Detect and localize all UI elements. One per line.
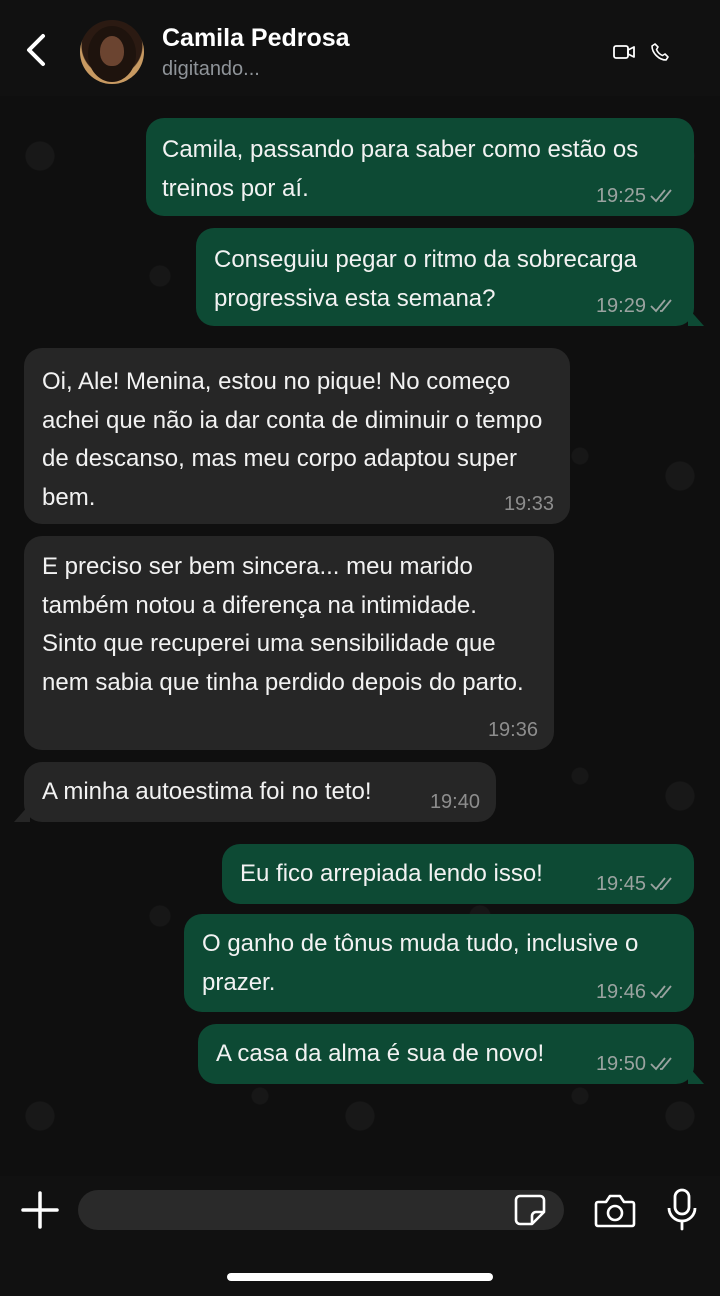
message-time: 19:25 xyxy=(595,185,646,207)
message-input[interactable] xyxy=(78,1190,564,1230)
double-check-icon xyxy=(650,189,672,203)
voice-call-button[interactable] xyxy=(648,40,672,64)
double-check-icon xyxy=(650,985,672,999)
sticker-button[interactable] xyxy=(512,1192,548,1228)
message-time: 19:36 xyxy=(487,719,538,741)
microphone-icon xyxy=(667,1188,697,1231)
message-meta: 19:50 xyxy=(596,1054,678,1074)
avatar[interactable] xyxy=(80,20,144,84)
message-incoming[interactable]: Oi, Ale! Menina, estou no pique! No come… xyxy=(24,348,570,524)
message-meta: 19:45 xyxy=(596,874,678,894)
chevron-left-icon xyxy=(27,34,45,66)
message-text: Oi, Ale! Menina, estou no pique! No come… xyxy=(42,368,543,511)
double-check-icon xyxy=(650,877,672,891)
message-outgoing[interactable]: A casa da alma é sua de novo! 19:50 xyxy=(198,1024,704,1084)
message-time: 19:29 xyxy=(595,295,646,317)
microphone-button[interactable] xyxy=(666,1188,698,1232)
message-meta: 19:36 xyxy=(488,720,538,740)
message-meta: 19:29 xyxy=(596,296,678,316)
double-check-icon xyxy=(650,1057,672,1071)
plus-icon xyxy=(21,1191,59,1229)
message-text: A minha autoestima foi no teto! xyxy=(42,778,372,805)
chat-header: Camila Pedrosa digitando... xyxy=(0,0,720,96)
message-meta: 19:25 xyxy=(596,186,678,206)
message-time: 19:33 xyxy=(503,493,554,515)
sticker-icon xyxy=(514,1194,546,1226)
message-outgoing[interactable]: O ganho de tônus muda tudo, inclusive o … xyxy=(184,914,694,1012)
video-camera-icon xyxy=(613,45,635,59)
phone-icon xyxy=(651,43,669,61)
message-time: 19:40 xyxy=(429,791,480,813)
message-meta: 19:40 xyxy=(430,792,480,812)
home-indicator xyxy=(227,1273,493,1281)
message-time: 19:50 xyxy=(595,1053,646,1075)
back-button[interactable] xyxy=(18,30,54,70)
message-outgoing[interactable]: Conseguiu pegar o ritmo da sobrecarga pr… xyxy=(196,228,704,326)
message-incoming[interactable]: A minha autoestima foi no teto! 19:40 xyxy=(14,762,496,822)
message-incoming[interactable]: E preciso ser bem sincera... meu marido … xyxy=(24,536,554,750)
message-time: 19:46 xyxy=(595,981,646,1003)
camera-button[interactable] xyxy=(594,1190,636,1230)
message-time: 19:45 xyxy=(595,873,646,895)
message-meta: 19:33 xyxy=(504,494,554,514)
camera-icon xyxy=(594,1194,636,1228)
message-meta: 19:46 xyxy=(596,982,678,1002)
double-check-icon xyxy=(650,299,672,313)
contact-status: digitando... xyxy=(162,58,260,80)
attach-button[interactable] xyxy=(20,1190,60,1230)
message-text: E preciso ser bem sincera... meu marido … xyxy=(42,553,524,696)
video-call-button[interactable] xyxy=(612,40,636,64)
contact-name[interactable]: Camila Pedrosa xyxy=(162,24,350,53)
message-outgoing[interactable]: Camila, passando para saber como estão o… xyxy=(146,118,694,216)
message-outgoing[interactable]: Eu fico arrepiada lendo isso! 19:45 xyxy=(222,844,694,904)
